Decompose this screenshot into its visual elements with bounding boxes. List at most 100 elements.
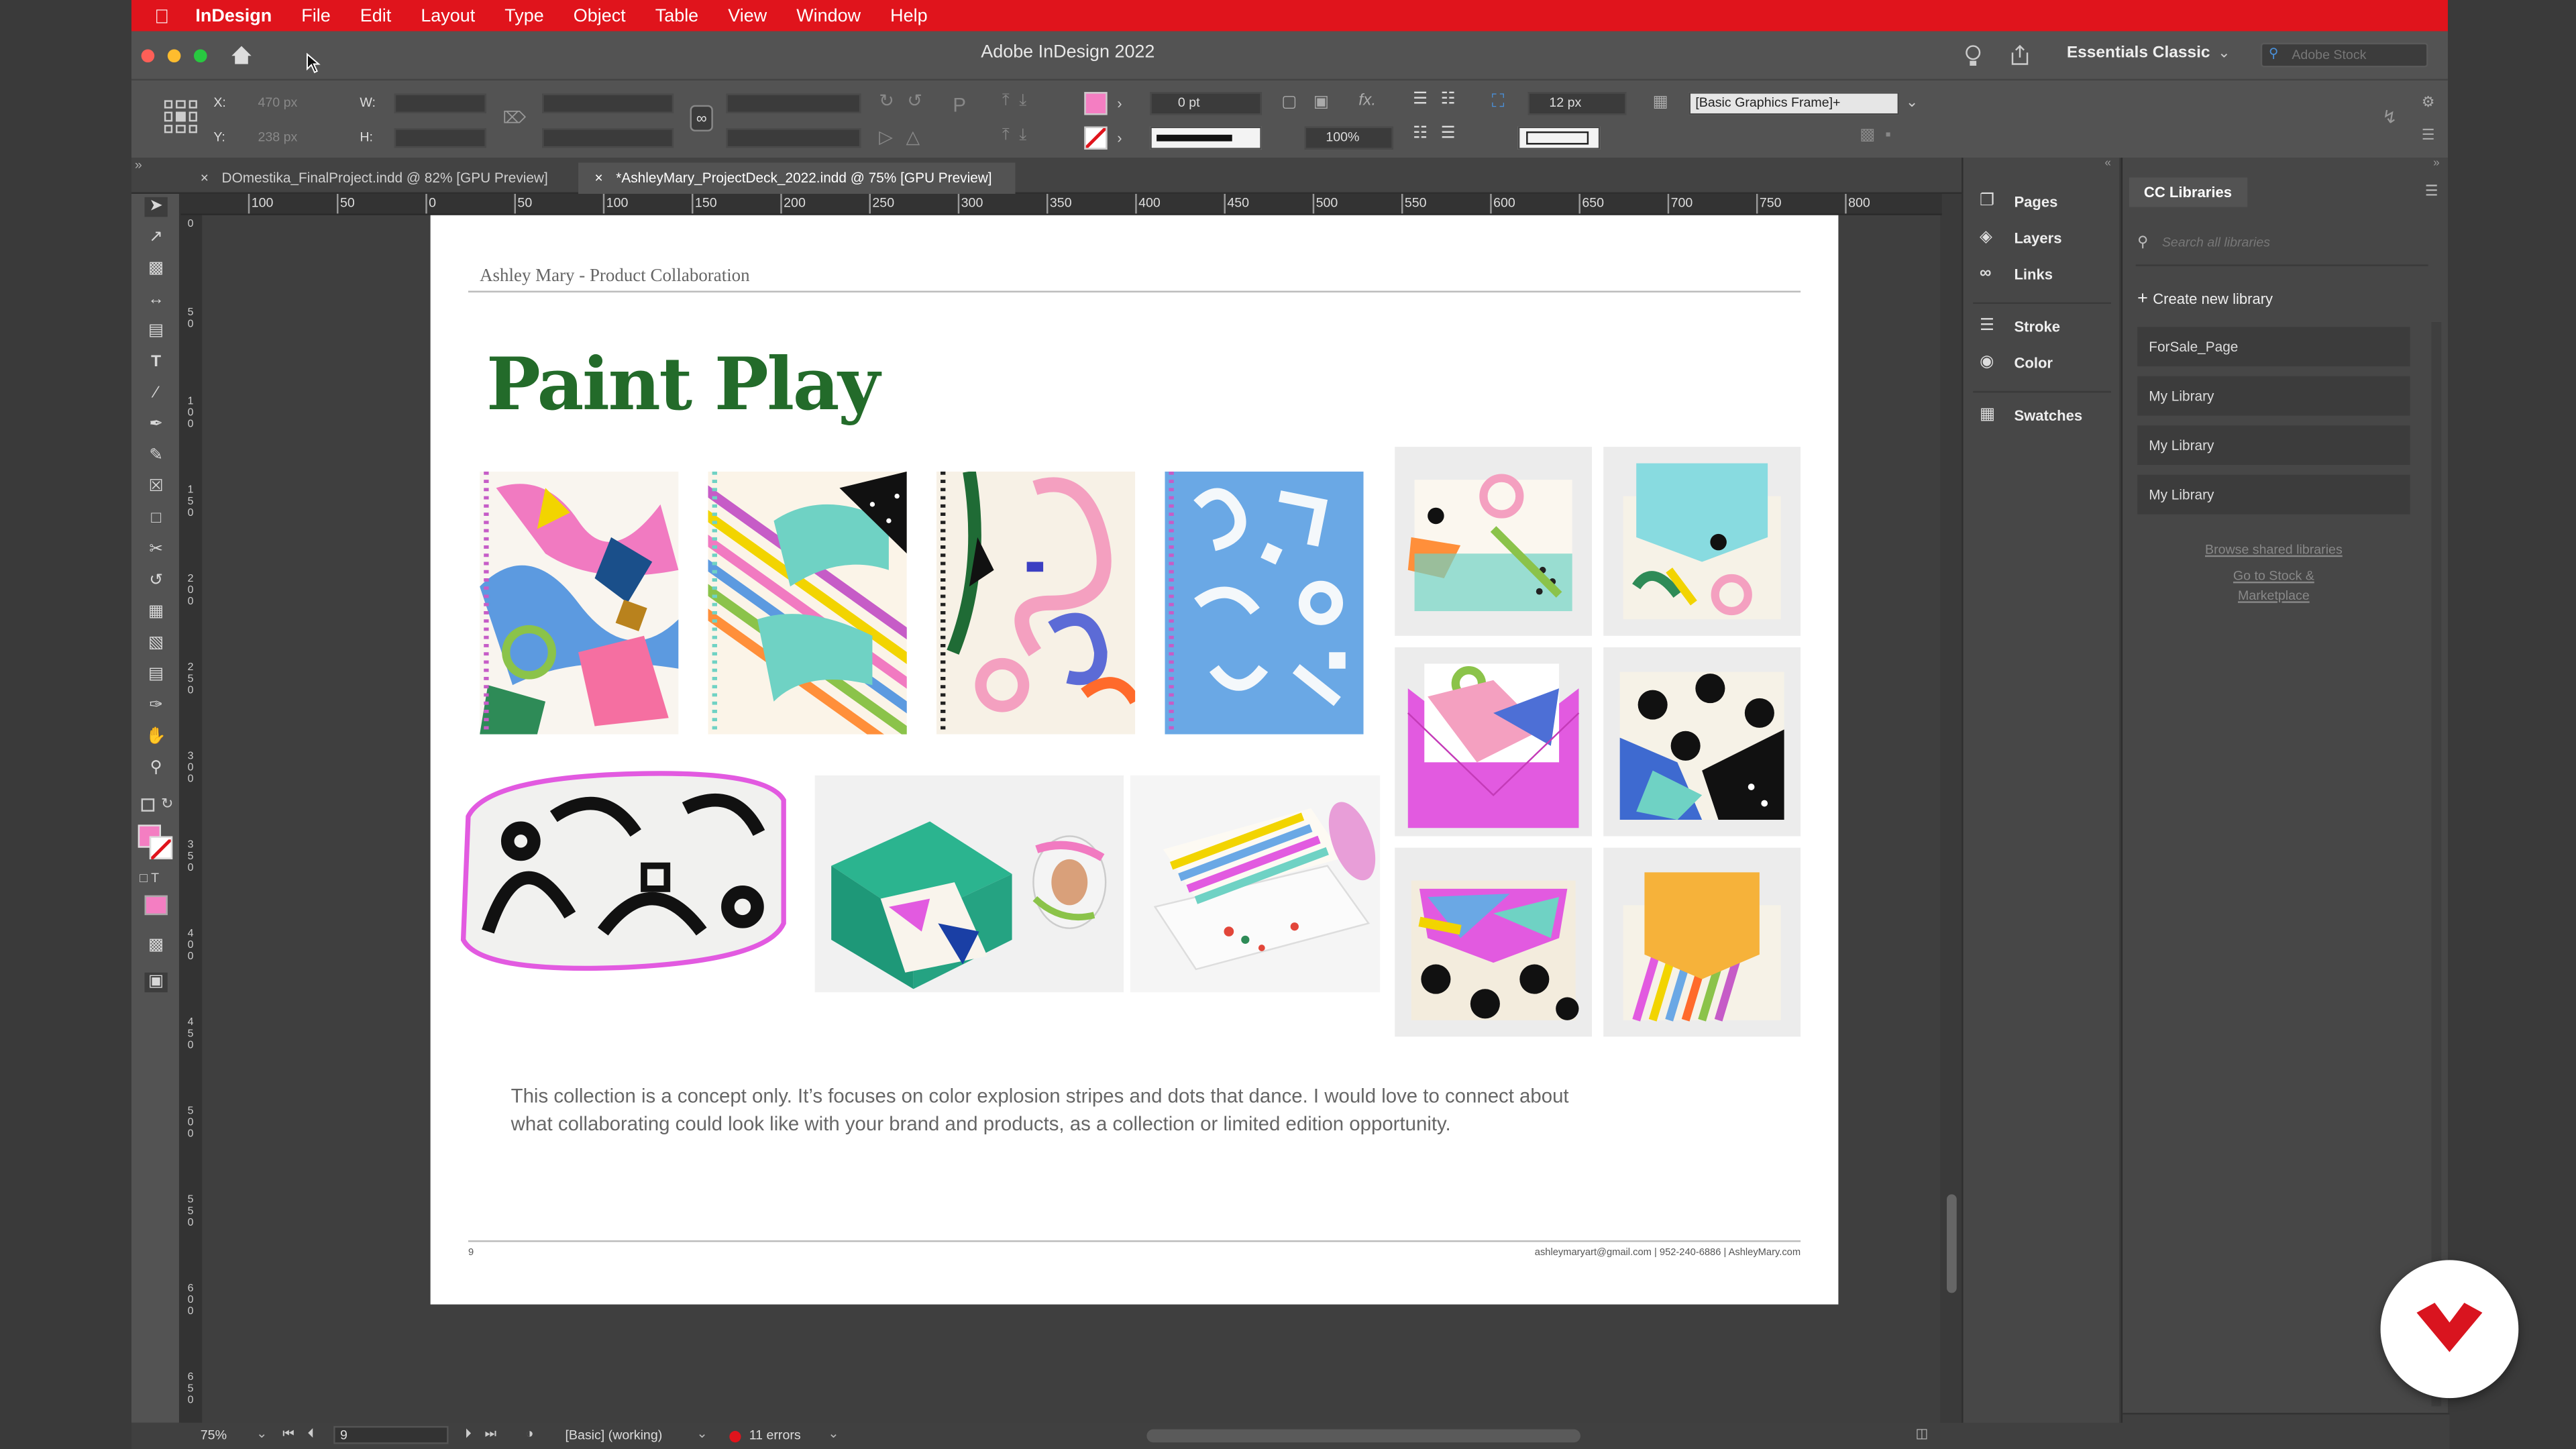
page-tool-icon[interactable]: ▩ (145, 260, 168, 279)
auto-fit-icon[interactable]: ⛶ (1492, 92, 1505, 113)
preflight-icon[interactable]: ◑ (526, 1426, 534, 1441)
shear-field[interactable] (726, 128, 861, 148)
workspace-switcher[interactable]: Essentials Classic (2067, 44, 2210, 62)
tab-domestika-project[interactable]: × DOmestika_FinalProject.indd @ 82% [GPU … (184, 162, 575, 194)
dock-swatches[interactable]: ▦ Swatches (1980, 407, 2082, 424)
menu-file[interactable]: File (301, 6, 330, 25)
menu-edit[interactable]: Edit (360, 6, 391, 25)
browse-shared-libraries-link[interactable]: Browse shared libraries (2137, 542, 2410, 557)
corner-options-icons[interactable]: ▢▣ (1281, 94, 1345, 112)
library-item[interactable]: My Library (2137, 474, 2410, 515)
panel-menu-icon[interactable]: ☰ (2425, 182, 2438, 201)
envelope-card-4[interactable] (1603, 647, 1801, 837)
library-item[interactable]: ForSale_Page (2137, 327, 2410, 367)
lightning-icon[interactable]: ↯ (2382, 107, 2398, 128)
menu-view[interactable]: View (728, 6, 767, 25)
menu-app-name[interactable]: InDesign (195, 6, 272, 25)
note-tool-icon[interactable]: ▤ (145, 665, 168, 685)
page-nav-next-last-icons[interactable]: ⏵⏭ (465, 1426, 510, 1442)
rotate-tool-icon[interactable]: ↺ (145, 572, 168, 591)
chevron-down-icon[interactable]: ⌄ (2218, 44, 2230, 62)
page-nav-first-prev-icons[interactable]: ⏮⏴ (282, 1426, 327, 1442)
collapse-panel-icon[interactable]: » (2123, 158, 2449, 171)
dock-stroke[interactable]: ☰ Stroke (1980, 318, 2060, 335)
select-content-icon[interactable]: ⤒⤓ (1002, 127, 1036, 145)
align-icons[interactable]: ☷☰ (1413, 125, 1468, 143)
envelope-card-3[interactable] (1395, 647, 1593, 837)
chevron-down-icon[interactable]: ⌄ (696, 1426, 707, 1441)
constrain-proportions-icon[interactable]: ⌦ (502, 110, 526, 128)
zoom-level-field[interactable]: 75% (201, 1428, 227, 1442)
dock-pages[interactable]: ❐ Pages (1980, 193, 2057, 211)
collapse-toolbox-icon[interactable]: » (135, 158, 142, 172)
object-style-dropdown[interactable]: [Basic Graphics Frame]+ (1688, 92, 1900, 115)
library-item[interactable]: My Library (2137, 376, 2410, 416)
tape-and-box[interactable] (814, 775, 1124, 993)
zoom-tool-icon[interactable]: ⚲ (145, 759, 168, 778)
stock-marketplace-link[interactable]: Go to Stock & Marketplace (2137, 567, 2410, 606)
panel-menu-icon[interactable]: ☰ (2422, 127, 2435, 145)
misc-controls-icons[interactable]: ▩▪ (1860, 127, 1900, 145)
effects-icon[interactable]: fx. (1358, 92, 1376, 110)
direct-selection-tool-icon[interactable]: ↗ (145, 228, 168, 248)
text-wrap-icons[interactable]: ☰☷ (1413, 91, 1468, 109)
reference-point-icon[interactable] (164, 100, 197, 133)
selection-tool-icon[interactable]: ➤ (144, 197, 168, 217)
formatting-container-icon[interactable]: □ T (140, 871, 159, 885)
vertical-scrollbar[interactable] (1941, 215, 1962, 1423)
envelope-card-1[interactable] (1395, 447, 1593, 636)
envelope-card-5[interactable] (1395, 847, 1593, 1037)
adobe-stock-search[interactable]: Adobe Stock (2260, 42, 2428, 68)
dock-layers[interactable]: ◈ Layers (1980, 229, 2062, 247)
stroke-swatch[interactable] (1084, 126, 1108, 150)
brand-badge[interactable] (2380, 1260, 2519, 1399)
notebook-blue-pattern[interactable] (1165, 471, 1364, 735)
hand-tool-icon[interactable]: ✋ (145, 728, 168, 747)
preflight-profile[interactable]: [Basic] (working) (565, 1428, 662, 1442)
frame-fitting-icon[interactable]: ▦ (1653, 94, 1668, 112)
rotate-icons[interactable]: ↻↺ (879, 91, 935, 111)
notebook-colorful-shapes[interactable] (480, 471, 679, 735)
gear-icon[interactable]: ⚙ (2422, 94, 2435, 112)
eyedropper-tool-icon[interactable]: ✑ (145, 696, 168, 716)
fill-menu-arrow[interactable]: › (1117, 95, 1122, 111)
swap-colors-icon[interactable]: ↻ (161, 795, 173, 813)
scale-x-field[interactable] (542, 93, 674, 113)
vertical-scroll-thumb[interactable] (1947, 1194, 1957, 1293)
menu-layout[interactable]: Layout (421, 6, 475, 25)
stroke-menu-arrow[interactable]: › (1117, 129, 1122, 146)
menu-object[interactable]: Object (574, 6, 626, 25)
rotation-field[interactable] (726, 93, 861, 113)
frame-preview-swatch[interactable] (1517, 126, 1601, 150)
dock-color[interactable]: ◉ Color (1980, 354, 2053, 372)
x-position-field[interactable]: 470 px (258, 95, 297, 110)
cc-libraries-tab[interactable]: CC Libraries (2129, 177, 2248, 207)
opacity-field[interactable]: 100% (1304, 126, 1393, 150)
chevron-down-icon[interactable]: ⌄ (256, 1426, 267, 1441)
notebook-stripes[interactable] (708, 471, 907, 735)
stroke-color-icon[interactable] (149, 836, 173, 861)
rectangle-frame-tool-icon[interactable]: ☒ (145, 478, 168, 498)
apply-color-icon[interactable] (144, 895, 168, 916)
screen-mode-icon[interactable]: ▩ (145, 936, 168, 956)
y-position-field[interactable]: 238 px (258, 129, 297, 144)
envelope-card-2[interactable] (1603, 447, 1801, 636)
gradient-feather-tool-icon[interactable]: ▧ (145, 634, 168, 653)
scissors-tool-icon[interactable]: ✂ (145, 541, 168, 560)
lightbulb-icon[interactable] (1965, 44, 1981, 67)
menu-table[interactable]: Table (655, 6, 698, 25)
link-icon[interactable]: ∞ (690, 105, 713, 131)
split-view-icon[interactable]: ◫ (1916, 1426, 1929, 1441)
select-container-icon[interactable]: ⤒⤓ (1002, 92, 1036, 110)
spacing-field[interactable]: 12 px (1527, 92, 1627, 115)
pencil-tool-icon[interactable]: ✎ (145, 447, 168, 466)
gradient-tool-icon[interactable]: ▦ (145, 603, 168, 623)
notepad-stack[interactable] (1130, 775, 1381, 993)
horizontal-scroll-thumb[interactable] (1146, 1429, 1580, 1443)
scale-y-field[interactable] (542, 128, 674, 148)
type-tool-icon[interactable]: T (145, 354, 168, 373)
default-colors-icon[interactable] (141, 798, 155, 812)
library-search-input[interactable]: Search all libraries (2162, 235, 2270, 250)
panel-scrollbar[interactable] (2431, 322, 2442, 1407)
gap-tool-icon[interactable]: ↔ (145, 290, 168, 310)
